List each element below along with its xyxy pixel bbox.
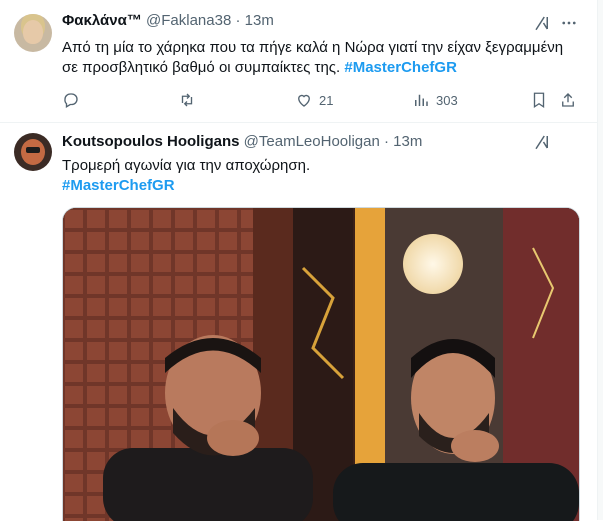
hashtag-link[interactable]: #MasterChefGR <box>344 59 457 76</box>
tweet-text: Από τη μία το χάρηκα που τα πήγε καλά η … <box>62 38 577 78</box>
reply-button[interactable] <box>62 90 80 110</box>
like-count: 21 <box>319 92 334 108</box>
tweet-media-image[interactable] <box>62 207 580 521</box>
user-handle[interactable]: @Faklana38 <box>146 12 231 29</box>
share-icon <box>562 93 574 107</box>
tweet-text-line: Από τη μία το χάρηκα που τα πήγε καλά η … <box>62 39 564 56</box>
timestamp[interactable]: 13m <box>393 133 422 150</box>
views-count: 303 <box>436 92 458 108</box>
action-bar: 21 303 <box>62 90 582 110</box>
more-icon[interactable] <box>560 14 578 32</box>
avatar[interactable] <box>14 14 52 52</box>
retweet-icon <box>181 93 193 107</box>
user-handle[interactable]: @TeamLeoHooligan <box>244 133 380 150</box>
separator-dot: · <box>235 12 241 29</box>
display-name[interactable]: Φακλάνα™ <box>62 12 142 29</box>
tweet-text-line: σε προσβλητικό βαθμό οι συμπαίκτες της. <box>62 59 345 76</box>
display-name[interactable]: Koutsopoulos Hooligans <box>62 133 240 150</box>
timestamp[interactable]: 13m <box>245 12 274 29</box>
tweet-header: Koutsopoulos Hooligans @TeamLeoHooligan … <box>62 133 422 150</box>
bookmark-icon <box>533 92 545 109</box>
grok-icon[interactable] <box>533 133 551 151</box>
tweet-text-line: Τρομερή αγωνία για την αποχώρηση. <box>62 157 311 174</box>
like-button[interactable]: 21 <box>295 90 333 110</box>
separator-dot: · <box>384 133 389 150</box>
timeline: Φακλάνα™ @Faklana38 · 13m Από τη μία το … <box>0 0 598 521</box>
reply-icon <box>64 93 78 108</box>
tweet[interactable]: Φακλάνα™ @Faklana38 · 13m Από τη μία το … <box>0 0 597 123</box>
media-scene <box>63 208 579 521</box>
views-icon <box>415 94 428 106</box>
like-icon <box>298 94 310 107</box>
avatar[interactable] <box>14 133 52 171</box>
retweet-button[interactable] <box>178 90 196 110</box>
tweet[interactable]: Koutsopoulos Hooligans @TeamLeoHooligan … <box>0 123 597 521</box>
scrollbar[interactable] <box>598 0 603 520</box>
tweet-text: Τρομερή αγωνία για την αποχώρηση. #Maste… <box>62 156 577 196</box>
share-button[interactable] <box>559 90 577 110</box>
grok-icon[interactable] <box>533 14 551 32</box>
tweet-header: Φακλάνα™ @Faklana38 · 13m <box>62 12 274 29</box>
hashtag-link[interactable]: #MasterChefGR <box>62 177 175 194</box>
views-button[interactable]: 303 <box>412 90 458 110</box>
bookmark-button[interactable] <box>530 90 548 110</box>
